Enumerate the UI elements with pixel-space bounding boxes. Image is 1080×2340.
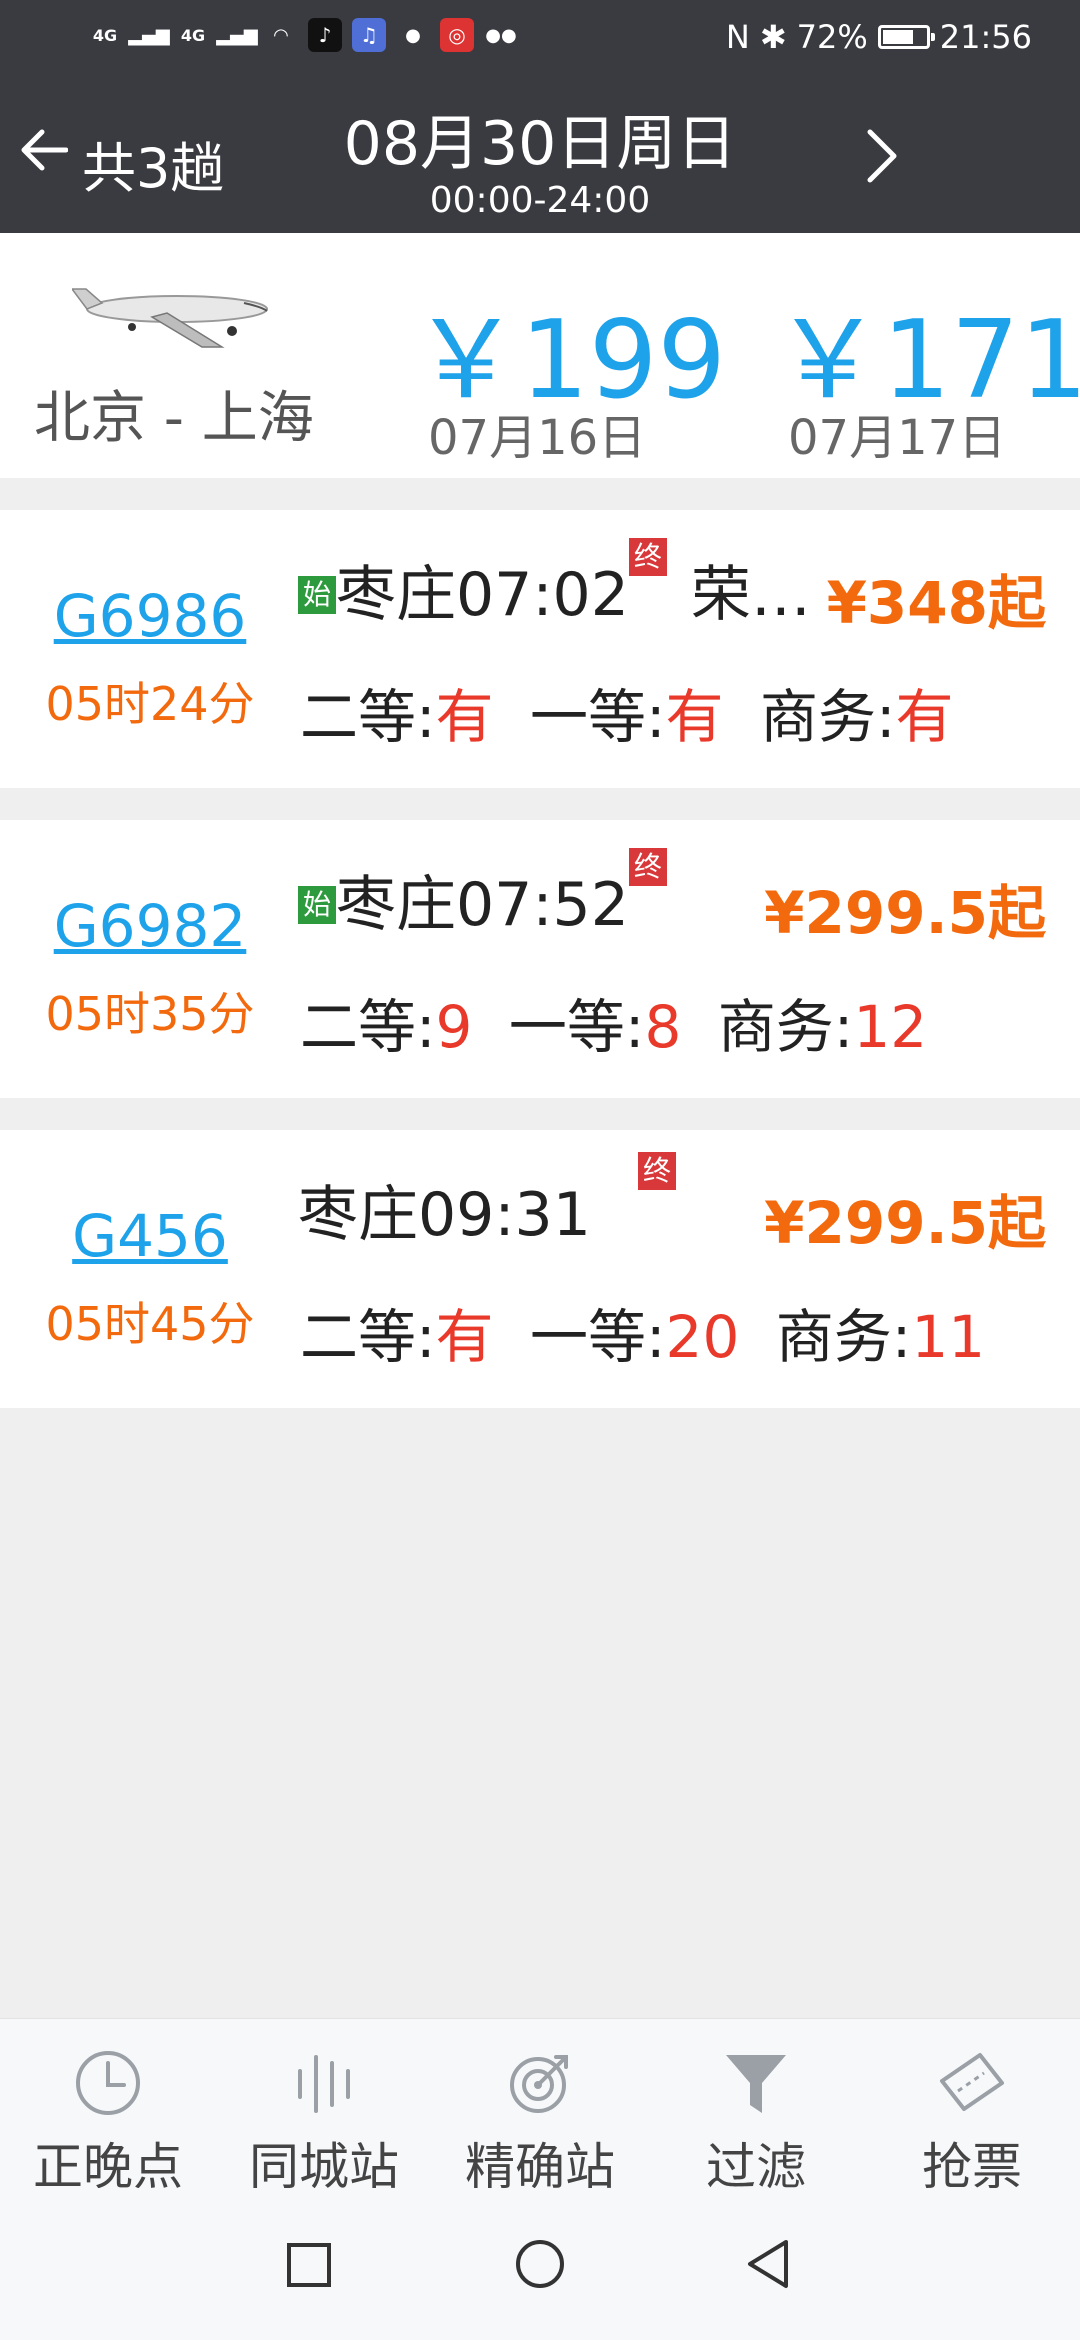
seat-label: 二等:	[300, 683, 436, 751]
seat-availability: 二等:9 一等:8 商务:12	[300, 980, 927, 1064]
seat-label: 一等:	[530, 1303, 666, 1371]
battery-percent: 72%	[796, 18, 868, 56]
origin-badge: 始	[298, 885, 336, 924]
airplane-icon	[72, 288, 268, 348]
date-title[interactable]: 08月30日周日	[330, 95, 750, 182]
seat-value: 20	[665, 1303, 740, 1371]
ticket-icon	[940, 2053, 1004, 2111]
seat-value: 11	[911, 1303, 986, 1371]
bottom-tab-bar: 正晚点 同城站 精确站 过滤 抢票	[0, 2018, 1080, 2196]
flight-route: 北京 - 上海	[34, 386, 314, 451]
signal-icon: 4G	[92, 25, 118, 45]
bank-app-icon: ◎	[440, 18, 474, 52]
tab-exact-station[interactable]: 精确站	[432, 2019, 648, 2196]
seat-label: 一等:	[530, 683, 666, 751]
train-number-link[interactable]: G6986	[0, 582, 300, 650]
depart-station-time: 枣庄09:31	[298, 1180, 591, 1250]
music-app-icon: ♫	[352, 18, 386, 52]
train-duration: 05时45分	[45, 1297, 255, 1351]
seat-label: 商务:	[717, 993, 854, 1061]
flight-date: 07月17日	[788, 410, 1007, 466]
header-bar: 4G ▂▄▆ 4G ▂▄▆ ◠ ♪ ♫ ● ◎ ●● N ✱ 72% 21:56…	[0, 0, 1080, 233]
train-card[interactable]: G6986 05时24分 始 枣庄07:02 终 荣… ¥348起 二等:有 一…	[0, 510, 1080, 788]
arrive-station: 荣…	[690, 560, 811, 630]
seat-availability: 二等:有 一等:20 商务:11	[300, 1290, 985, 1374]
seat-availability: 二等:有 一等:有 商务:有	[300, 670, 954, 754]
seat-label: 一等:	[508, 993, 645, 1061]
filter-icon	[726, 2055, 786, 2113]
clock-icon	[76, 2051, 140, 2115]
chat-bubble-icon: ●	[405, 24, 421, 46]
home-icon[interactable]	[514, 2238, 566, 2290]
train-card[interactable]: G6982 05时35分 始 枣庄07:52 终 ¥299.5起 二等:9 一等…	[0, 820, 1080, 1098]
clock-time: 21:56	[939, 18, 1032, 56]
signal-icon: 4G	[180, 25, 206, 45]
train-card[interactable]: G456 05时45分 枣庄09:31 终 ¥299.5起 二等:有 一等:20…	[0, 1130, 1080, 1408]
seat-value: 12	[853, 993, 928, 1061]
next-day-icon[interactable]	[862, 126, 902, 186]
target-icon	[510, 2055, 568, 2113]
flight-comparison[interactable]: 北京 - 上海 ￥199 07月16日 ￥171 07月17日	[0, 233, 1080, 478]
train-route: 始 枣庄07:52 终	[298, 848, 667, 943]
train-duration: 05时24分	[45, 677, 255, 731]
wechat-icon: ●●	[485, 24, 517, 46]
seat-value: 8	[644, 993, 682, 1061]
train-route: 枣庄09:31	[298, 1166, 591, 1253]
depart-station-time: 枣庄07:52	[336, 870, 629, 940]
tab-same-city[interactable]: 同城站	[216, 2019, 432, 2196]
seat-value: 有	[435, 683, 494, 751]
seat-label: 商务:	[760, 683, 896, 751]
origin-badge: 始	[298, 575, 336, 614]
nfc-icon: N	[725, 18, 750, 56]
time-range: 00:00-24:00	[429, 180, 651, 221]
tiktok-icon: ♪	[308, 18, 342, 52]
seat-label: 二等:	[300, 993, 436, 1061]
status-right-icons: N ✱ 72% 21:56	[726, 18, 1032, 56]
train-number-link[interactable]: G456	[0, 1202, 300, 1270]
signal-bars-icon: ▂▄▆	[216, 24, 258, 46]
seat-value: 9	[435, 993, 473, 1061]
back-triangle-icon[interactable]	[744, 2238, 792, 2290]
train-price: ¥299.5起	[764, 1189, 1046, 1257]
battery-icon	[877, 25, 935, 49]
seat-value: 有	[665, 683, 724, 751]
train-number-link[interactable]: G6982	[0, 892, 300, 960]
seat-value: 有	[435, 1303, 494, 1371]
signal-bars-icon: ▂▄▆	[128, 24, 170, 46]
tab-on-time[interactable]: 正晚点	[0, 2019, 216, 2196]
flight-date: 07月16日	[428, 410, 647, 466]
seat-label: 商务:	[775, 1303, 912, 1371]
status-left-icons: 4G ▂▄▆ 4G ▂▄▆ ◠ ♪ ♫ ● ◎ ●●	[88, 18, 518, 52]
battery-level	[882, 30, 913, 44]
train-count[interactable]: 共3趟	[82, 124, 224, 203]
terminus-badge: 终	[638, 1152, 676, 1190]
train-route: 始 枣庄07:02 终 荣…	[298, 538, 811, 633]
train-price: ¥299.5起	[764, 879, 1046, 947]
wifi-icon: ◠	[273, 24, 289, 46]
terminus-badge: 终	[628, 538, 667, 576]
bluetooth-icon: ✱	[759, 18, 787, 56]
seat-label: 二等:	[300, 1303, 436, 1371]
tab-grab-ticket[interactable]: 抢票	[864, 2019, 1080, 2196]
status-bar: 4G ▂▄▆ 4G ▂▄▆ ◠ ♪ ♫ ● ◎ ●● N ✱ 72% 21:56	[0, 0, 1080, 80]
train-price: ¥348起	[826, 569, 1046, 637]
back-arrow-icon[interactable]	[18, 128, 68, 172]
seat-value: 有	[895, 683, 954, 751]
system-nav-bar	[0, 2188, 1080, 2340]
train-duration: 05时35分	[45, 987, 255, 1041]
recent-apps-icon[interactable]	[286, 2242, 332, 2288]
tab-filter[interactable]: 过滤	[648, 2019, 864, 2196]
terminus-badge: 终	[628, 848, 667, 886]
depart-station-time: 枣庄07:02	[336, 560, 629, 630]
bars-icon	[298, 2055, 350, 2113]
